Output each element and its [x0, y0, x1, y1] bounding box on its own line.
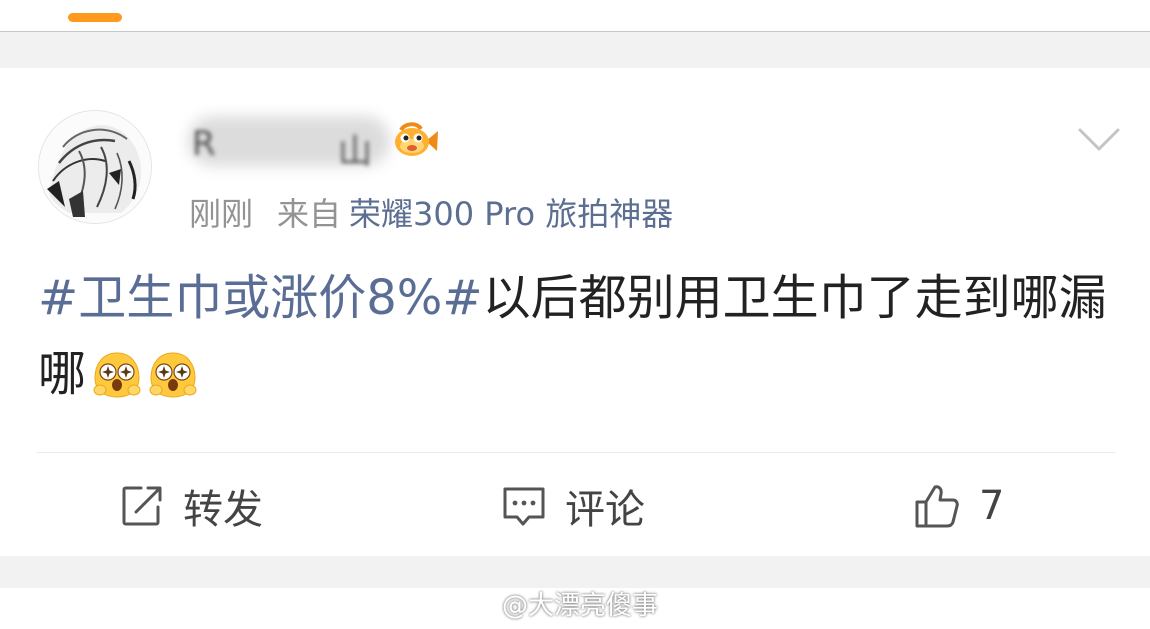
post-meta: 刚刚 来自 荣耀300 Pro 旅拍神器: [189, 192, 673, 236]
post-text: #卫生巾或涨价8%#以后都别用卫生巾了走到哪漏哪: [38, 260, 1118, 422]
repost-button[interactable]: 转发: [119, 478, 263, 534]
active-tab-indicator: [68, 13, 122, 22]
avatar[interactable]: [38, 110, 152, 224]
like-button[interactable]: 7: [913, 478, 1004, 534]
watermark-text: @大漂亮傻事: [502, 590, 659, 621]
vip-fish-icon: [393, 121, 439, 165]
excited-face-emoji-icon: [92, 346, 142, 422]
post-time: 刚刚: [189, 195, 254, 233]
source-device-link[interactable]: 荣耀300 Pro 旅拍神器: [349, 195, 673, 233]
comment-label: 评论: [565, 487, 645, 533]
weibo-watermark: @大漂亮傻事: [462, 588, 658, 621]
repost-icon: [122, 486, 162, 526]
repost-label: 转发: [183, 487, 263, 533]
thumbs-up-icon: [915, 485, 959, 528]
topic-hashtag-link[interactable]: #卫生巾或涨价8%#: [38, 270, 483, 326]
like-count: 7: [979, 483, 1005, 529]
weibo-logo-icon: [462, 591, 497, 618]
excited-face-emoji-icon: [148, 346, 198, 422]
avatar-image: [39, 111, 151, 223]
username-fragment-right: 山: [338, 132, 372, 172]
source-prefix: 来自: [277, 195, 342, 233]
comment-icon: [503, 487, 545, 526]
action-divider: [36, 452, 1116, 453]
username-fragment-left: R: [192, 124, 216, 164]
chevron-down-icon[interactable]: [1078, 127, 1120, 157]
comment-button[interactable]: 评论: [501, 478, 645, 534]
top-tab-bar: [0, 0, 1150, 32]
